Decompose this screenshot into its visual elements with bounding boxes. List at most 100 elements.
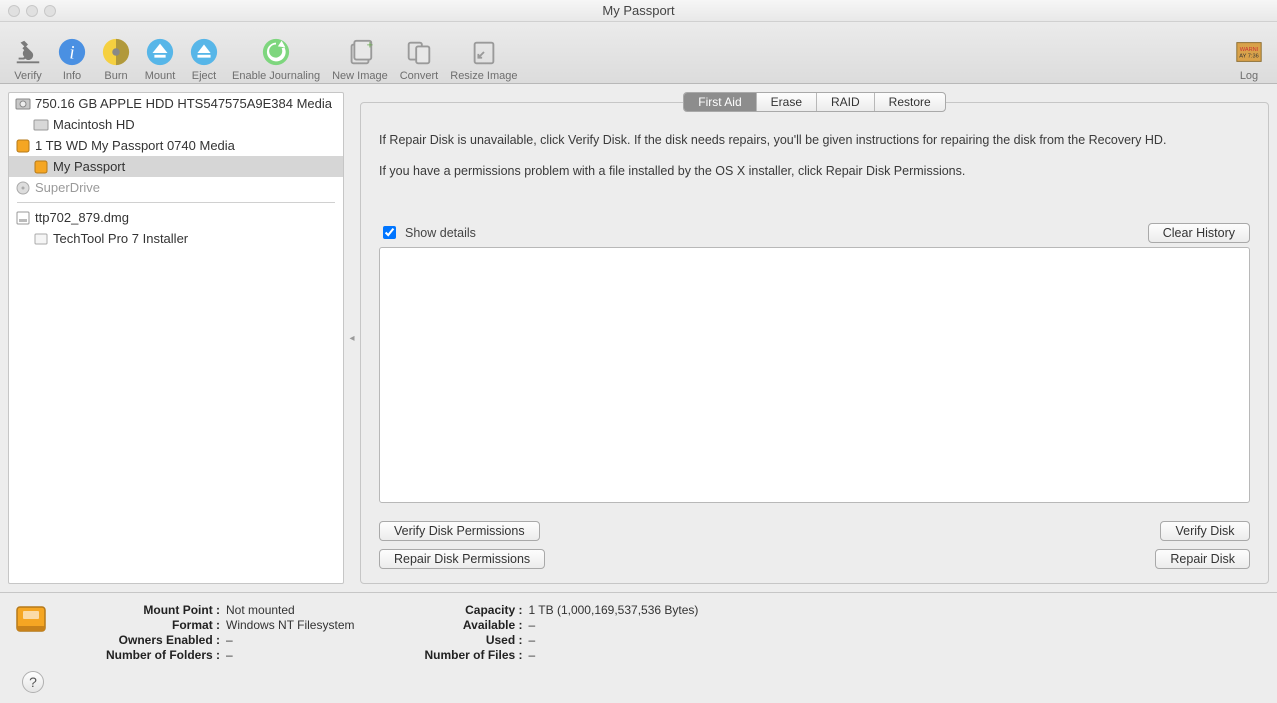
info-icon: i xyxy=(56,36,88,68)
format-value: Windows NT Filesystem xyxy=(226,618,354,632)
toolbar-log[interactable]: WARNIAY 7:36 Log xyxy=(1227,24,1271,82)
help-button[interactable]: ? xyxy=(22,671,44,693)
log-icon: WARNIAY 7:36 xyxy=(1233,36,1265,68)
optical-disk-icon xyxy=(15,180,31,196)
sidebar-disk-wd-passport[interactable]: 1 TB WD My Passport 0740 Media xyxy=(9,135,343,156)
segmented-control: First Aid Erase RAID Restore xyxy=(683,92,945,112)
toolbar-enable-journaling[interactable]: Enable Journaling xyxy=(226,24,326,82)
sidebar-item-label: Macintosh HD xyxy=(53,117,135,132)
capacity-label: Capacity : xyxy=(424,603,522,617)
available-label: Available : xyxy=(424,618,522,632)
tab-restore[interactable]: Restore xyxy=(875,93,945,111)
svg-text:AY 7:36: AY 7:36 xyxy=(1239,53,1258,59)
external-disk-icon xyxy=(33,159,49,175)
owners-enabled-value: – xyxy=(226,633,354,647)
info-line-1: If Repair Disk is unavailable, click Ver… xyxy=(379,131,1250,150)
first-aid-panel: If Repair Disk is unavailable, click Ver… xyxy=(360,102,1269,584)
mount-point-value: Not mounted xyxy=(226,603,354,617)
toolbar-label: New Image xyxy=(332,70,388,82)
owners-enabled-label: Owners Enabled : xyxy=(106,633,220,647)
tab-first-aid[interactable]: First Aid xyxy=(684,93,756,111)
sidebar-dmg-ttp702[interactable]: ttp702_879.dmg xyxy=(9,207,343,228)
svg-text:i: i xyxy=(69,42,74,63)
sidebar-volume-my-passport[interactable]: My Passport xyxy=(9,156,343,177)
window-controls xyxy=(0,5,56,17)
toolbar-verify[interactable]: Verify xyxy=(6,24,50,82)
main-area: 750.16 GB APPLE HDD HTS547575A9E384 Medi… xyxy=(0,84,1277,592)
sidebar-disk-superdrive[interactable]: SuperDrive xyxy=(9,177,343,198)
toolbar-label: Resize Image xyxy=(450,70,517,82)
sidebar-divider xyxy=(17,202,335,203)
toolbar-burn[interactable]: Burn xyxy=(94,24,138,82)
mount-icon xyxy=(144,36,176,68)
verify-disk-permissions-button[interactable]: Verify Disk Permissions xyxy=(379,521,540,541)
toolbar-info[interactable]: i Info xyxy=(50,24,94,82)
volume-icon xyxy=(33,231,49,247)
show-details-checkbox[interactable]: Show details xyxy=(379,223,476,242)
svg-text:WARNI: WARNI xyxy=(1240,47,1259,53)
num-files-label: Number of Files : xyxy=(424,648,522,662)
window-title: My Passport xyxy=(0,3,1277,18)
toolbar-label: Convert xyxy=(400,70,439,82)
toolbar-new-image[interactable]: + New Image xyxy=(326,24,394,82)
show-details-label: Show details xyxy=(405,226,476,240)
zoom-window-button[interactable] xyxy=(44,5,56,17)
dmg-icon xyxy=(15,210,31,226)
convert-icon xyxy=(403,36,435,68)
new-image-icon: + xyxy=(344,36,376,68)
capacity-value: 1 TB (1,000,169,537,536 Bytes) xyxy=(529,603,699,617)
internal-disk-icon xyxy=(33,117,49,133)
toolbar-label: Log xyxy=(1240,70,1258,82)
sidebar-item-label: SuperDrive xyxy=(35,180,100,195)
close-window-button[interactable] xyxy=(8,5,20,17)
titlebar: My Passport xyxy=(0,0,1277,22)
available-value: – xyxy=(529,618,699,632)
selected-disk-icon xyxy=(14,603,50,670)
toolbar-label: Enable Journaling xyxy=(232,70,320,82)
info-line-2: If you have a permissions problem with a… xyxy=(379,162,1250,181)
format-label: Format : xyxy=(106,618,220,632)
toolbar-label: Mount xyxy=(145,70,176,82)
minimize-window-button[interactable] xyxy=(26,5,38,17)
internal-disk-icon xyxy=(15,96,31,112)
log-output[interactable] xyxy=(379,247,1250,504)
used-label: Used : xyxy=(424,633,522,647)
toolbar-label: Verify xyxy=(14,70,42,82)
sidebar-volume-macintosh-hd[interactable]: Macintosh HD xyxy=(9,114,343,135)
journaling-icon xyxy=(260,36,292,68)
toolbar-label: Burn xyxy=(104,70,127,82)
content-pane: First Aid Erase RAID Restore If Repair D… xyxy=(360,92,1269,584)
toolbar-label: Info xyxy=(63,70,81,82)
repair-disk-button[interactable]: Repair Disk xyxy=(1155,549,1250,569)
tab-raid[interactable]: RAID xyxy=(817,93,875,111)
sidebar-item-label: 1 TB WD My Passport 0740 Media xyxy=(35,138,235,153)
splitter-handle[interactable]: ◂ xyxy=(344,84,360,592)
toolbar-resize-image[interactable]: Resize Image xyxy=(444,24,523,82)
toolbar-convert[interactable]: Convert xyxy=(394,24,445,82)
toolbar-mount[interactable]: Mount xyxy=(138,24,182,82)
show-details-input[interactable] xyxy=(383,226,396,239)
svg-text:+: + xyxy=(366,39,373,51)
toolbar-eject[interactable]: Eject xyxy=(182,24,226,82)
resize-icon xyxy=(468,36,500,68)
stats-right: Capacity : 1 TB (1,000,169,537,536 Bytes… xyxy=(424,603,698,670)
clear-history-button[interactable]: Clear History xyxy=(1148,223,1250,243)
info-text: If Repair Disk is unavailable, click Ver… xyxy=(379,131,1250,193)
eject-icon xyxy=(188,36,220,68)
num-folders-label: Number of Folders : xyxy=(106,648,220,662)
repair-disk-permissions-button[interactable]: Repair Disk Permissions xyxy=(379,549,545,569)
tab-erase[interactable]: Erase xyxy=(757,93,817,111)
verify-disk-button[interactable]: Verify Disk xyxy=(1160,521,1250,541)
mount-point-label: Mount Point : xyxy=(106,603,220,617)
tab-bar: First Aid Erase RAID Restore xyxy=(360,92,1269,112)
disk-sidebar[interactable]: 750.16 GB APPLE HDD HTS547575A9E384 Medi… xyxy=(8,92,344,584)
sidebar-disk-apple-hdd[interactable]: 750.16 GB APPLE HDD HTS547575A9E384 Medi… xyxy=(9,93,343,114)
sidebar-item-label: My Passport xyxy=(53,159,125,174)
sidebar-item-label: ttp702_879.dmg xyxy=(35,210,129,225)
num-files-value: – xyxy=(529,648,699,662)
toolbar-label: Eject xyxy=(192,70,216,82)
stats-left: Mount Point : Not mounted Format : Windo… xyxy=(106,603,354,670)
footer: Mount Point : Not mounted Format : Windo… xyxy=(0,592,1277,680)
sidebar-volume-techtool[interactable]: TechTool Pro 7 Installer xyxy=(9,228,343,249)
external-disk-icon xyxy=(15,138,31,154)
